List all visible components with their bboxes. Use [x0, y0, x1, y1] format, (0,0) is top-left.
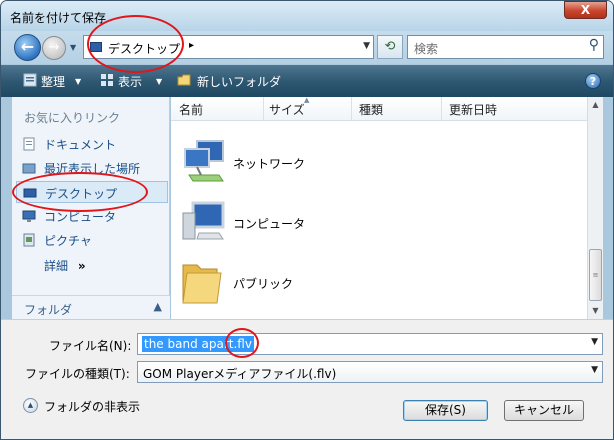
cancel-button[interactable]: キャンセル: [504, 400, 584, 421]
views-dropdown-icon[interactable]: ▼: [156, 77, 162, 86]
folders-toggle[interactable]: フォルダ ▲: [12, 295, 170, 319]
chevron-up-icon: ▲: [23, 398, 38, 413]
new-folder-button[interactable]: 新しいフォルダ: [197, 73, 281, 90]
documents-icon: [23, 137, 35, 151]
title-bar[interactable]: 名前を付けて保存 X: [1, 1, 613, 31]
filetype-label: ファイルの種類(T):: [25, 367, 130, 381]
folder-icon: [182, 264, 222, 304]
recent-places-icon: [22, 163, 36, 174]
computer-icon: [182, 201, 225, 240]
list-item-label: パブリック: [233, 277, 294, 291]
column-divider[interactable]: [351, 97, 352, 121]
help-button[interactable]: ?: [585, 73, 601, 89]
filename-input[interactable]: the band apart.flv ▼: [137, 333, 603, 355]
filetype-value: GOM Playerメディアファイル(.flv): [143, 367, 337, 381]
column-header-row: 名前 サイズ ▲ 種類 更新日時: [171, 96, 587, 121]
recent-pages-dropdown-icon[interactable]: ▼: [70, 43, 76, 52]
organize-dropdown-icon[interactable]: ▼: [75, 77, 81, 86]
views-menu[interactable]: 表示: [118, 73, 142, 90]
refresh-button[interactable]: ⟲: [377, 35, 403, 59]
search-placeholder: 検索: [414, 42, 439, 56]
folders-header-label: フォルダ: [24, 303, 73, 317]
organize-menu[interactable]: 整理: [41, 73, 65, 90]
back-button[interactable]: ←: [14, 34, 41, 61]
sidebar-item-label: ピクチャ: [44, 234, 92, 248]
chevron-down-icon[interactable]: ▼: [591, 365, 598, 375]
list-item-label: コンピュータ: [233, 217, 306, 231]
list-item-label: ネットワーク: [233, 157, 306, 171]
annotation-circle-desktop: [12, 172, 148, 212]
filetype-select[interactable]: GOM Playerメディアファイル(.flv) ▼: [137, 361, 603, 383]
annotation-circle-address: [87, 15, 184, 73]
column-header-name[interactable]: 名前: [179, 101, 203, 118]
details-link[interactable]: 詳細 »: [44, 257, 86, 274]
file-list: 名前 サイズ ▲ 種類 更新日時 ネットワーク コンピュータ パブリック ▲ ≡…: [171, 96, 603, 319]
dialog-title: 名前を付けて保存: [10, 11, 107, 25]
address-chevron-icon[interactable]: ▸: [189, 40, 194, 51]
list-item-computer[interactable]: コンピュータ: [179, 195, 399, 251]
scroll-up-icon[interactable]: ▲: [588, 97, 603, 113]
chevron-up-icon: ▲: [153, 300, 162, 313]
close-button[interactable]: X: [564, 1, 607, 19]
sidebar-item-documents[interactable]: ドキュメント: [16, 133, 168, 155]
pictures-icon: [23, 233, 35, 247]
save-button[interactable]: 保存(S): [403, 400, 488, 421]
column-divider[interactable]: [441, 97, 442, 121]
command-toolbar: 整理 ▼ 表示 ▼ 新しいフォルダ ?: [1, 65, 613, 97]
computer-icon: [22, 210, 36, 222]
network-icon: [184, 140, 224, 182]
address-dropdown-icon[interactable]: ▼: [363, 41, 370, 51]
save-form: ファイル名(N): the band apart.flv ▼ ファイルの種類(T…: [1, 319, 613, 439]
views-icon: [101, 74, 113, 86]
sidebar-item-label: ドキュメント: [44, 138, 117, 152]
list-item-network[interactable]: ネットワーク: [179, 135, 399, 191]
forward-button[interactable]: →: [42, 36, 66, 60]
filename-label: ファイル名(N):: [49, 339, 132, 353]
sidebar-item-pictures[interactable]: ピクチャ: [16, 229, 168, 251]
double-chevron-icon: »: [77, 259, 86, 273]
scroll-thumb[interactable]: ≡: [589, 249, 602, 301]
column-divider[interactable]: [263, 97, 264, 121]
search-icon[interactable]: ⚲: [589, 37, 599, 53]
sort-indicator-icon: ▲: [304, 96, 310, 104]
save-as-dialog: 名前を付けて保存 X ← → ▼ デスクトップ ▸ ▼ ⟲ 検索 ⚲ 整理 ▼ …: [0, 0, 614, 440]
list-item-public[interactable]: パブリック: [179, 255, 399, 311]
scroll-down-icon[interactable]: ▼: [588, 303, 603, 319]
hide-folders-label: フォルダの非表示: [44, 400, 141, 414]
chevron-down-icon[interactable]: ▼: [591, 337, 598, 347]
vertical-scrollbar[interactable]: ▲ ≡ ▼: [587, 97, 603, 319]
column-header-type[interactable]: 種類: [359, 101, 383, 118]
new-folder-icon: [177, 74, 191, 86]
details-link-label: 詳細: [44, 259, 69, 273]
search-input[interactable]: 検索 ⚲: [407, 35, 604, 59]
organize-icon: [23, 73, 37, 87]
favorite-links-header: お気に入りリンク: [24, 111, 121, 125]
annotation-circle-extension: [225, 328, 259, 358]
column-header-modified[interactable]: 更新日時: [449, 101, 497, 118]
column-header-size[interactable]: サイズ: [269, 101, 305, 118]
